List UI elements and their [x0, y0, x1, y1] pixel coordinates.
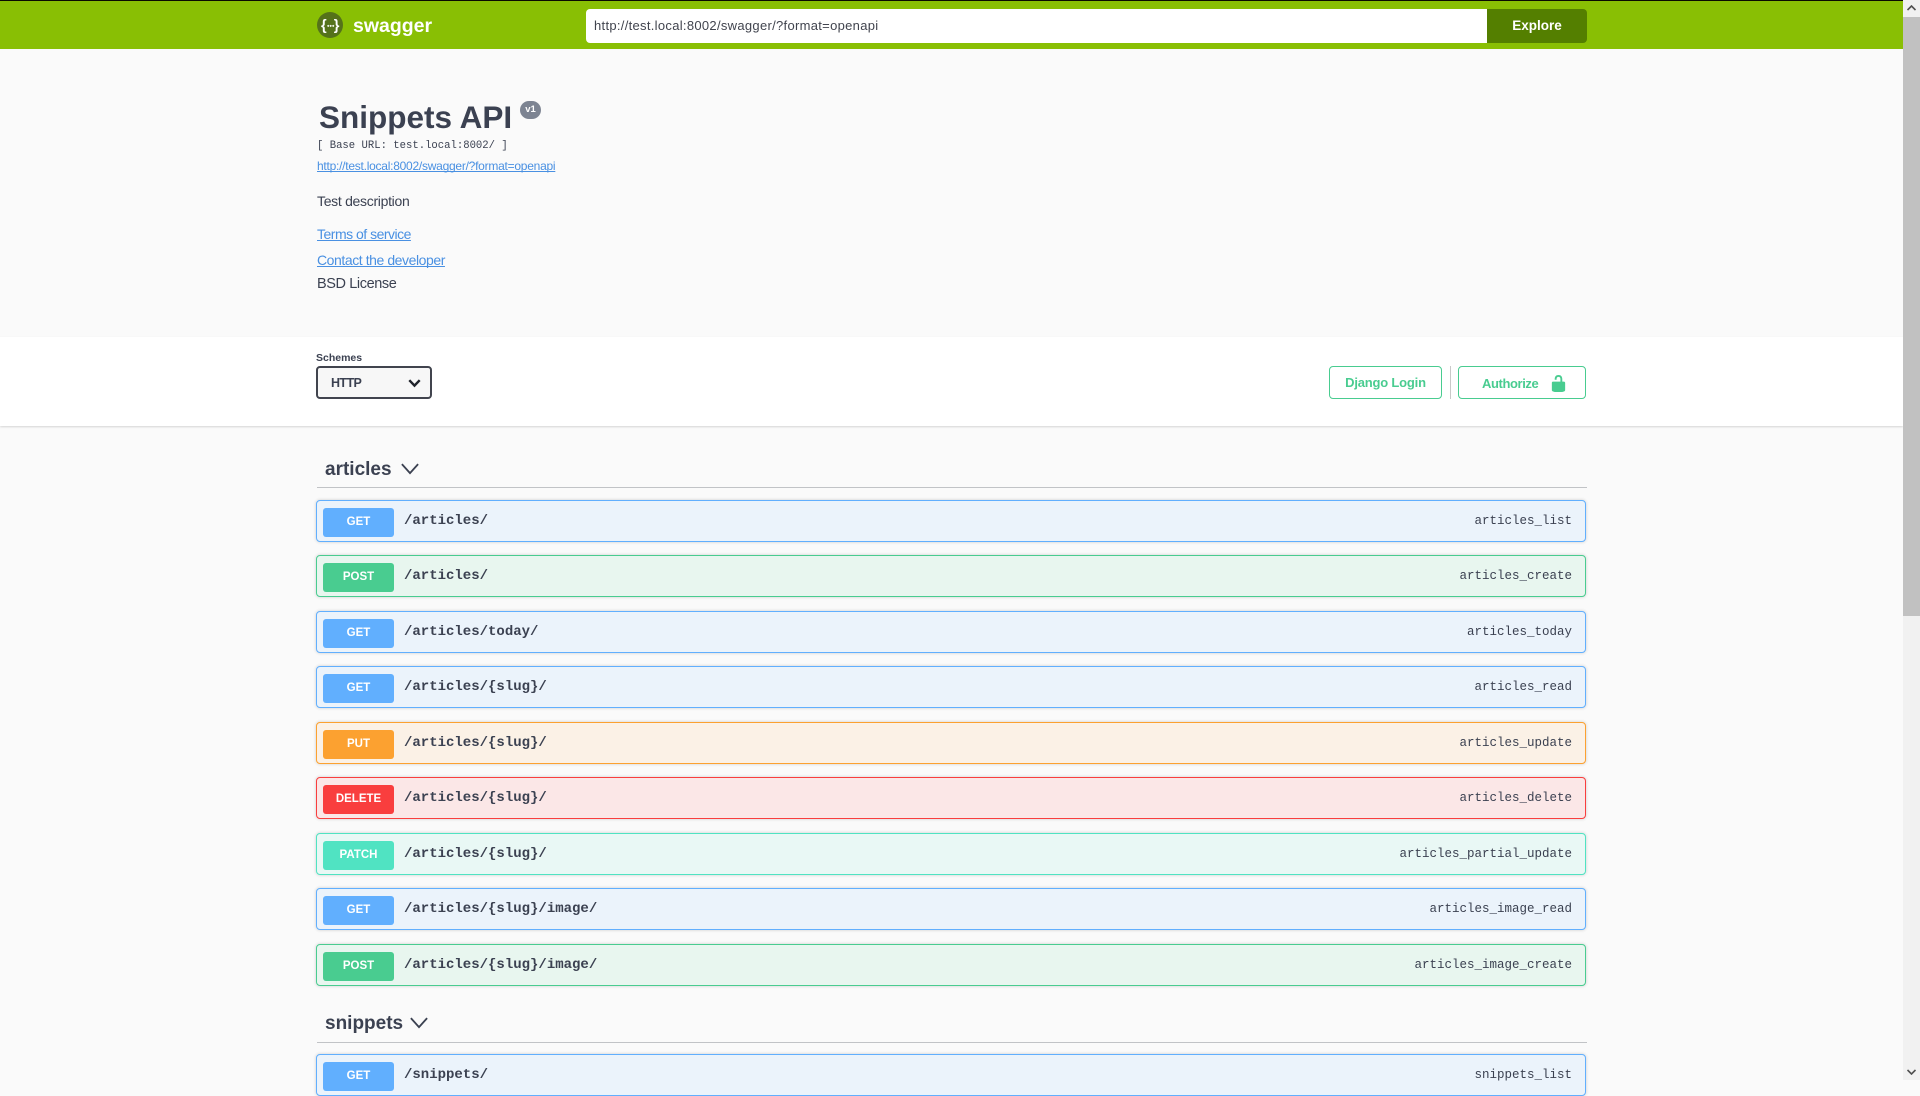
svg-text:}: }	[333, 18, 339, 34]
svg-text:{: {	[321, 18, 327, 34]
